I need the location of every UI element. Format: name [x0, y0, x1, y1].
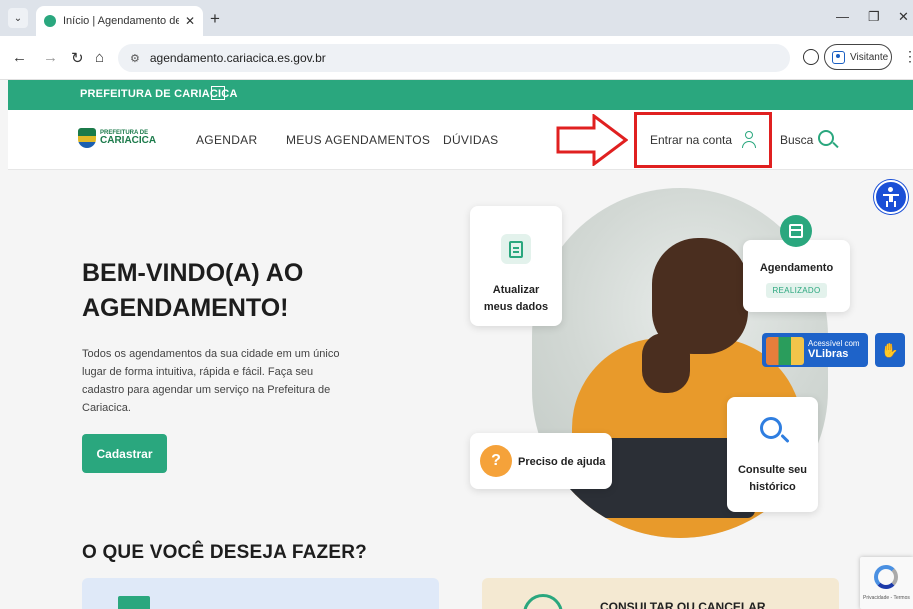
browser-tab[interactable]: Início | Agendamento de Cariaci ✕: [36, 6, 203, 36]
update-data-card[interactable]: Atualizar meus dados: [470, 206, 562, 326]
hero-title: BEM-VINDO(A) AO AGENDAMENTO!: [82, 256, 382, 326]
minimize-icon[interactable]: —: [836, 9, 849, 24]
red-arrow-icon: [556, 114, 628, 166]
prefeitura-bar: PREFEITURA DE CARIACICA: [8, 80, 913, 110]
restore-icon[interactable]: ❐: [868, 9, 880, 25]
update-card-line2: meus dados: [483, 300, 549, 313]
nav-agendar[interactable]: AGENDAR: [196, 133, 257, 147]
search-label[interactable]: Busca: [780, 133, 813, 147]
scheduling-title: Agendamento: [759, 262, 834, 274]
magnifier-icon: [760, 417, 782, 439]
vlibras-big-text: VLibras: [808, 348, 849, 361]
cariacica-logo[interactable]: PREFEITURA DE CARIACICA: [78, 128, 156, 148]
consult-option-label: CONSULTAR OU CANCELAR: [600, 600, 766, 609]
person-hand: [642, 333, 690, 393]
history-card[interactable]: Consulte seu histórico: [727, 397, 818, 512]
external-link-icon[interactable]: [211, 86, 225, 100]
vlibras-small-text: Acessível com: [808, 338, 860, 348]
browser-menu-icon[interactable]: ⋮: [903, 48, 913, 65]
history-card-line2: histórico: [749, 480, 796, 493]
back-icon[interactable]: ←: [12, 49, 27, 66]
login-label: Entrar na conta: [649, 133, 733, 147]
scheduling-card[interactable]: Agendamento REALIZADO: [743, 240, 850, 312]
site-header: PREFEITURA DE CARIACICA AGENDAR MEUS AGE…: [8, 110, 913, 170]
section-title: O QUE VOCÊ DESEJA FAZER?: [82, 542, 367, 563]
browser-tab-bar: ⌄ Início | Agendamento de Cariaci ✕ + — …: [0, 0, 913, 36]
site-favicon-icon: [44, 15, 56, 27]
tab-title: Início | Agendamento de Cariaci: [63, 15, 179, 27]
tab-search-button[interactable]: ⌄: [8, 8, 28, 28]
calendar-icon: [789, 224, 803, 238]
reload-icon[interactable]: ↻: [71, 49, 84, 67]
nav-duvidas[interactable]: DÚVIDAS: [443, 133, 498, 147]
home-icon[interactable]: ⌂: [95, 49, 104, 66]
update-card-line1: Atualizar: [492, 284, 540, 296]
recaptcha-badge[interactable]: Privacidade - Termos: [860, 557, 913, 609]
sign-language-button[interactable]: ✋: [875, 333, 905, 367]
accessibility-icon: [883, 187, 899, 207]
user-icon: [742, 131, 757, 149]
tab-close-icon[interactable]: ✕: [185, 14, 195, 28]
new-tab-button[interactable]: +: [210, 9, 220, 29]
forward-icon[interactable]: →: [43, 49, 58, 66]
hands-icon: ✋: [881, 341, 899, 358]
profile-button[interactable]: Visitante: [824, 44, 892, 70]
help-card[interactable]: ? Preciso de ajuda: [470, 433, 612, 489]
accessibility-button[interactable]: [874, 180, 908, 214]
site-info-icon[interactable]: ⚙: [130, 52, 140, 65]
calendar-badge: [780, 215, 812, 247]
profile-icon: [832, 50, 845, 64]
extension-icon[interactable]: [803, 49, 819, 65]
address-bar[interactable]: ⚙ agendamento.cariacica.es.gov.br: [118, 44, 790, 72]
hero-title-line1: BEM-VINDO(A) AO: [82, 259, 304, 287]
recaptcha-footer[interactable]: Privacidade - Termos: [863, 595, 910, 601]
profile-label: Visitante: [850, 51, 889, 63]
document-icon: [509, 240, 523, 258]
login-button[interactable]: Entrar na conta: [634, 112, 772, 168]
hero-description: Todos os agendamentos da sua cidade em u…: [82, 348, 340, 415]
help-icon: ?: [480, 445, 512, 477]
hero-title-line2: AGENDAMENTO!: [82, 294, 289, 322]
browser-toolbar: ← → ↻ ⌂ ⚙ agendamento.cariacica.es.gov.b…: [0, 36, 913, 80]
help-label: Preciso de ajuda: [518, 456, 606, 468]
close-window-icon[interactable]: ✕: [898, 9, 909, 25]
doc-icon-box: [501, 234, 531, 264]
history-card-line1: Consulte seu: [737, 464, 808, 476]
url-text: agendamento.cariacica.es.gov.br: [149, 51, 326, 65]
nav-meus-agendamentos[interactable]: MEUS AGENDAMENTOS: [286, 133, 430, 147]
vlibras-widget[interactable]: Acessível com VLibras: [762, 333, 868, 367]
calendar-icon: [118, 596, 150, 609]
search-icon[interactable]: [818, 130, 834, 146]
logo-big-text: CARIACICA: [100, 135, 157, 146]
recaptcha-icon: [874, 565, 898, 589]
status-badge: REALIZADO: [766, 283, 827, 298]
vlibras-avatars-icon: [766, 337, 804, 365]
crest-icon: [78, 128, 96, 148]
cadastrar-button[interactable]: Cadastrar: [82, 434, 167, 473]
